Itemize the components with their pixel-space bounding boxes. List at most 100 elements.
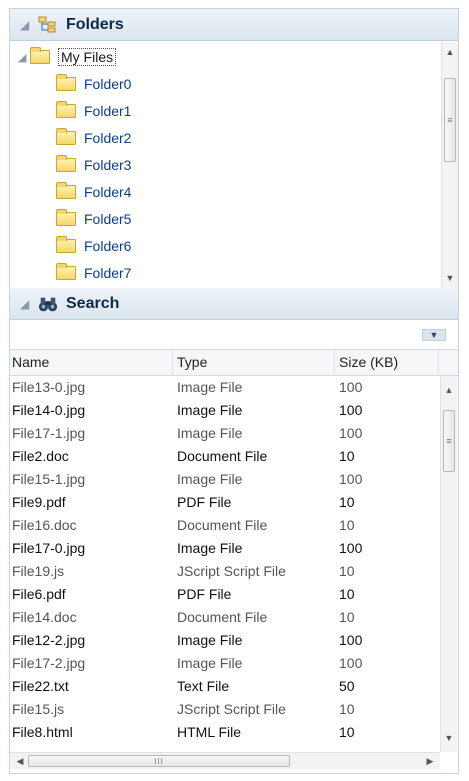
cell-type: JScript Script File — [177, 563, 286, 579]
scroll-thumb[interactable]: ≡ — [443, 410, 455, 472]
tree-item-folder6[interactable]: Folder6 — [56, 233, 131, 259]
table-row[interactable]: File14.doc Document File 10 — [10, 606, 440, 629]
folder-icon — [56, 236, 76, 253]
folder-tree-scrollbar[interactable]: ▲ ≡ ▼ — [441, 42, 458, 288]
cell-name: File8.html — [12, 724, 73, 740]
table-row[interactable]: File15-1.jpg Image File 100 — [10, 468, 440, 491]
folder-tree-icon — [38, 15, 58, 35]
cell-size: 10 — [339, 586, 355, 602]
folders-panel-header[interactable]: ◢ Folders — [10, 9, 458, 41]
scroll-up-icon[interactable]: ▲ — [442, 44, 458, 60]
cell-type: Text File — [177, 678, 230, 694]
results-table: Name Type Size (KB) File13-0.jpg Image F… — [10, 349, 458, 775]
cell-size: 100 — [339, 632, 363, 648]
folder-tree: ◢ My Files Folder0 Folder1 Folder2 Folde… — [10, 42, 458, 288]
cell-size: 10 — [339, 494, 355, 510]
tree-item-folder3[interactable]: Folder3 — [56, 152, 131, 178]
table-row[interactable]: File8.html HTML File 10 — [10, 721, 440, 744]
cell-type: Image File — [177, 471, 243, 487]
table-row[interactable]: File22.txt Text File 50 — [10, 675, 440, 698]
folders-panel-title: Folders — [66, 15, 124, 33]
cell-size: 100 — [339, 540, 363, 556]
table-row[interactable]: File9.pdf PDF File 10 — [10, 491, 440, 514]
table-row[interactable]: File12-2.jpg Image File 100 — [10, 629, 440, 652]
tree-item-folder2[interactable]: Folder2 — [56, 125, 131, 151]
search-panel-header[interactable]: ◢ Search — [10, 288, 458, 320]
folder-icon — [56, 128, 76, 145]
folder-icon — [56, 209, 76, 226]
cell-size: 100 — [339, 471, 363, 487]
cell-size: 10 — [339, 701, 355, 717]
table-header: Name Type Size (KB) — [10, 350, 458, 376]
scroll-thumb[interactable]: III — [28, 755, 290, 767]
tree-item-folder4[interactable]: Folder4 — [56, 179, 131, 205]
cell-type: Image File — [177, 425, 243, 441]
scroll-left-icon[interactable]: ◀ — [12, 753, 28, 769]
tree-item-folder0[interactable]: Folder0 — [56, 71, 131, 97]
tree-item-label: Folder4 — [84, 184, 132, 200]
cell-size: 100 — [339, 655, 363, 671]
tree-item-folder5[interactable]: Folder5 — [56, 206, 131, 232]
cell-name: File16.doc — [12, 517, 77, 533]
cell-name: File17-1.jpg — [12, 425, 86, 441]
cell-type: Document File — [177, 609, 268, 625]
table-row[interactable]: File17-0.jpg Image File 100 — [10, 537, 440, 560]
table-row[interactable]: File13-0.jpg Image File 100 — [10, 376, 440, 399]
cell-type: Image File — [177, 379, 243, 395]
scroll-down-icon[interactable]: ▼ — [442, 270, 458, 286]
tree-item-label: Folder3 — [84, 157, 132, 173]
table-row[interactable]: File15.js JScript Script File 10 — [10, 698, 440, 721]
table-row[interactable]: File17-2.jpg Image File 100 — [10, 652, 440, 675]
scroll-down-icon[interactable]: ▼ — [441, 730, 457, 746]
cell-name: File2.doc — [12, 448, 69, 464]
table-row[interactable]: File16.doc Document File 10 — [10, 514, 440, 537]
cell-type: HTML File — [177, 724, 242, 740]
tree-item-folder7[interactable]: Folder7 — [56, 260, 131, 286]
cell-type: JScript Script File — [177, 701, 286, 717]
cell-type: PDF File — [177, 494, 232, 510]
folder-icon — [56, 155, 76, 172]
chevron-down-icon[interactable]: ▼ — [422, 329, 446, 341]
cell-size: 10 — [339, 563, 355, 579]
table-body: File13-0.jpg Image File 100 File14-0.jpg… — [10, 376, 440, 751]
tree-item-label: My Files — [58, 48, 117, 66]
tree-item-folder1[interactable]: Folder1 — [56, 98, 131, 124]
table-row[interactable]: File17-1.jpg Image File 100 — [10, 422, 440, 445]
cell-type: PDF File — [177, 586, 232, 602]
scroll-thumb[interactable]: ≡ — [444, 78, 456, 162]
column-header-type[interactable]: Type — [173, 350, 335, 375]
cell-name: File6.pdf — [12, 586, 66, 602]
search-toolbar: ▼ — [10, 322, 458, 346]
results-horizontal-scrollbar[interactable]: ◀ III ▶ — [10, 752, 440, 769]
cell-name: File15.js — [12, 701, 65, 717]
cell-type: Image File — [177, 402, 243, 418]
column-header-name[interactable]: Name — [10, 350, 173, 375]
cell-name: File12-2.jpg — [12, 632, 86, 648]
cell-type: Image File — [177, 540, 243, 556]
scroll-right-icon[interactable]: ▶ — [422, 753, 438, 769]
tree-item-label: Folder1 — [84, 103, 132, 119]
cell-name: File15-1.jpg — [12, 471, 86, 487]
search-panel-title: Search — [66, 294, 120, 312]
cell-name: File17-2.jpg — [12, 655, 86, 671]
cell-name: File17-0.jpg — [12, 540, 86, 556]
table-row[interactable]: File6.pdf PDF File 10 — [10, 583, 440, 606]
cell-type: Image File — [177, 632, 243, 648]
folder-icon — [56, 263, 76, 280]
tree-item-my-files[interactable]: ◢ My Files — [18, 44, 117, 70]
table-row[interactable]: File19.js JScript Script File 10 — [10, 560, 440, 583]
cell-type: Document File — [177, 448, 268, 464]
cell-type: Document File — [177, 517, 268, 533]
cell-name: File14-0.jpg — [12, 402, 86, 418]
collapse-folders-icon[interactable]: ◢ — [20, 18, 32, 32]
scroll-up-icon[interactable]: ▲ — [441, 382, 457, 398]
file-explorer: ◢ Folders ◢ My Files Folder0 Folder1 Fol… — [9, 8, 459, 774]
cell-size: 10 — [339, 517, 355, 533]
table-row[interactable]: File14-0.jpg Image File 100 — [10, 399, 440, 422]
column-header-size[interactable]: Size (KB) — [335, 350, 439, 375]
expand-toggle-icon[interactable]: ◢ — [18, 51, 30, 64]
table-row[interactable]: File2.doc Document File 10 — [10, 445, 440, 468]
results-vertical-scrollbar[interactable]: ▲ ≡ ▼ — [440, 376, 457, 752]
collapse-search-icon[interactable]: ◢ — [20, 297, 32, 311]
folder-icon — [56, 101, 76, 118]
